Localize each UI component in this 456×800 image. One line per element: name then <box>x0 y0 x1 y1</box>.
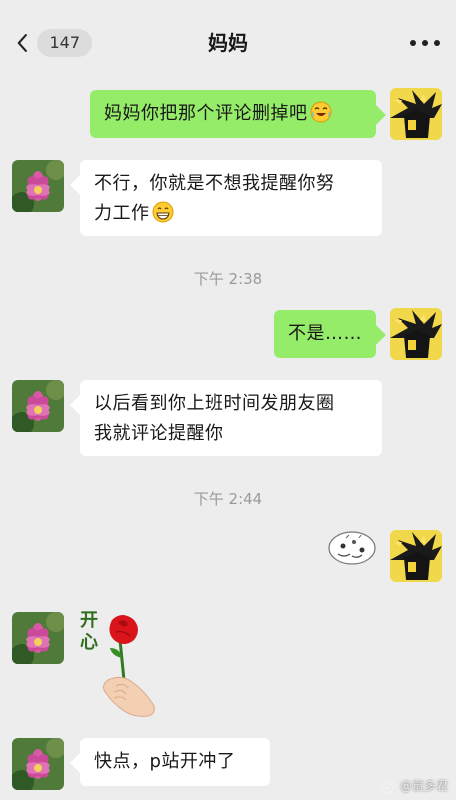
contact-avatar[interactable] <box>12 738 64 790</box>
grinning-emoji-icon <box>152 201 174 233</box>
weibo-watermark: @鼠多君 <box>379 777 448 794</box>
message-bubble-self[interactable]: 不是…… <box>274 310 376 358</box>
message-bubble-contact[interactable]: 不行，你就是不想我提醒你努 力工作 <box>80 160 382 236</box>
message-bubble-contact[interactable]: 快点，p站开冲了 <box>80 738 270 786</box>
lotus-avatar-image <box>12 612 64 664</box>
self-avatar-image <box>390 308 442 360</box>
self-avatar[interactable] <box>390 308 442 360</box>
crying-laughing-emoji-icon <box>310 101 332 133</box>
lotus-avatar-image <box>12 380 64 432</box>
message-text: 妈妈你把那个评论删掉吧 <box>104 103 308 124</box>
sticker-caption: 开心 <box>80 610 98 653</box>
watermark-text: @鼠多君 <box>399 779 448 793</box>
lotus-avatar-image <box>12 738 64 790</box>
more-dots-icon <box>434 40 440 46</box>
chat-header: 147 妈妈 <box>0 0 456 78</box>
self-avatar[interactable] <box>390 88 442 140</box>
timestamp: 下午 2:38 <box>193 270 263 288</box>
weibo-icon <box>379 779 396 793</box>
doodle-sticker-image <box>328 531 376 565</box>
message-text: 不行，你就是不想我提醒你努 <box>94 173 335 194</box>
timestamp: 下午 2:44 <box>193 490 263 508</box>
message-text: 力工作 <box>94 203 150 224</box>
more-dots-icon <box>410 40 416 46</box>
self-avatar-image <box>390 88 442 140</box>
message-text: 我就评论提醒你 <box>94 423 224 444</box>
message-text: 不是…… <box>288 323 362 344</box>
self-avatar[interactable] <box>390 530 442 582</box>
more-dots-icon <box>422 40 428 46</box>
self-avatar-image <box>390 530 442 582</box>
contact-avatar[interactable] <box>12 160 64 212</box>
message-bubble-self[interactable]: 妈妈你把那个评论删掉吧 <box>90 90 376 138</box>
message-bubble-contact[interactable]: 以后看到你上班时间发朋友圈 我就评论提醒你 <box>80 380 382 456</box>
chat-title: 妈妈 <box>208 31 248 55</box>
lotus-avatar-image <box>12 160 64 212</box>
more-options-button[interactable] <box>410 32 440 54</box>
message-text: 以后看到你上班时间发朋友圈 <box>94 393 335 414</box>
sticker-message-self[interactable] <box>326 528 378 568</box>
contact-avatar[interactable] <box>12 380 64 432</box>
contact-avatar[interactable] <box>12 612 64 664</box>
message-text: 快点，p站开冲了 <box>94 751 236 772</box>
